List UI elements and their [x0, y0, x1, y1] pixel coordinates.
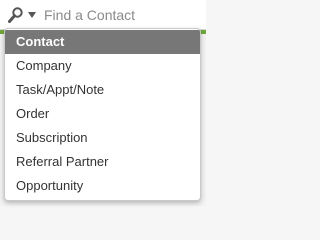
- menu-item-order[interactable]: Order: [5, 102, 200, 126]
- search-widget: Contact Company Task/Appt/Note Order Sub…: [0, 0, 206, 206]
- menu-item-opportunity[interactable]: Opportunity: [5, 174, 200, 198]
- chevron-down-icon: [28, 12, 36, 18]
- search-type-toggle[interactable]: [7, 6, 43, 24]
- search-icon: [8, 7, 23, 23]
- menu-item-referral-partner[interactable]: Referral Partner: [5, 150, 200, 174]
- menu-item-contact[interactable]: Contact: [5, 30, 200, 54]
- search-bar: [0, 0, 206, 30]
- menu-item-subscription[interactable]: Subscription: [5, 126, 200, 150]
- menu-item-company[interactable]: Company: [5, 54, 200, 78]
- search-type-dropdown: Contact Company Task/Appt/Note Order Sub…: [4, 28, 201, 201]
- menu-item-task-appt-note[interactable]: Task/Appt/Note: [5, 78, 200, 102]
- search-input[interactable]: [44, 5, 194, 25]
